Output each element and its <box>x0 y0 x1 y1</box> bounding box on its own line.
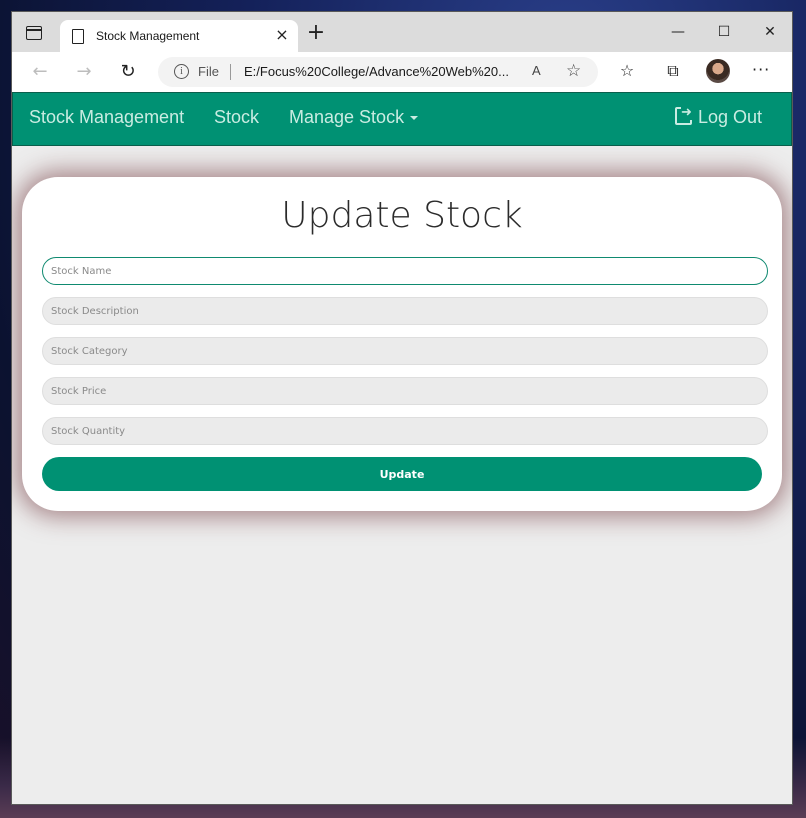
stock-description-input[interactable] <box>42 297 768 325</box>
logout-label: Log Out <box>698 107 763 127</box>
title-bar: Stock Management × + — ☐ ✕ <box>12 12 792 52</box>
stock-category-input[interactable] <box>42 337 768 365</box>
caret-down-icon <box>410 116 419 121</box>
profile-avatar[interactable] <box>706 59 730 83</box>
update-button[interactable]: Update <box>42 457 762 491</box>
stock-quantity-input[interactable] <box>42 417 768 445</box>
add-favorite-icon[interactable]: ☆ <box>566 61 581 81</box>
new-tab-icon[interactable]: + <box>304 22 328 46</box>
back-icon[interactable]: ← <box>28 60 52 84</box>
url-text[interactable]: E:/Focus%20College/Advance%20Web%20... <box>244 64 509 79</box>
stock-name-input[interactable] <box>42 257 768 285</box>
update-stock-card: Update Stock Update <box>22 177 782 511</box>
info-icon[interactable]: i <box>174 64 189 79</box>
url-scheme-label: File <box>198 64 219 79</box>
more-icon[interactable]: ··· <box>752 60 770 79</box>
tab-actions-icon[interactable] <box>26 26 42 40</box>
nav-link-manage-stock-label: Manage Stock <box>289 107 405 127</box>
forward-icon[interactable]: → <box>72 60 96 84</box>
stock-price-input[interactable] <box>42 377 768 405</box>
url-field[interactable]: i File E:/Focus%20College/Advance%20Web%… <box>158 57 598 87</box>
close-window-icon[interactable]: ✕ <box>760 24 780 40</box>
favorites-icon[interactable]: ☆ <box>616 60 638 82</box>
browser-window: Stock Management × + — ☐ ✕ ← → ↻ i File … <box>12 12 792 804</box>
close-tab-icon[interactable]: × <box>272 25 292 45</box>
maximize-icon[interactable]: ☐ <box>714 24 734 40</box>
address-bar: ← → ↻ i File E:/Focus%20College/Advance%… <box>12 52 792 92</box>
nav-link-stock[interactable]: Stock <box>214 107 259 128</box>
minimize-icon[interactable]: — <box>668 24 688 40</box>
tab-stock-management[interactable]: Stock Management × <box>60 20 298 52</box>
tab-title: Stock Management <box>96 29 200 43</box>
read-aloud-icon[interactable]: A <box>532 63 541 78</box>
nav-link-manage-stock[interactable]: Manage Stock <box>289 107 419 128</box>
page-title: Update Stock <box>281 195 523 236</box>
brand-link[interactable]: Stock Management <box>29 107 184 128</box>
site-navbar: Stock Management Stock Manage Stock Log … <box>12 92 792 146</box>
page-content: Stock Management Stock Manage Stock Log … <box>12 92 792 804</box>
logout-link[interactable]: Log Out <box>675 104 763 128</box>
reload-icon[interactable]: ↻ <box>116 60 140 84</box>
file-icon <box>72 29 84 44</box>
url-divider <box>230 64 231 80</box>
logout-icon <box>675 104 692 125</box>
collections-icon[interactable]: ⧉ <box>662 60 684 82</box>
